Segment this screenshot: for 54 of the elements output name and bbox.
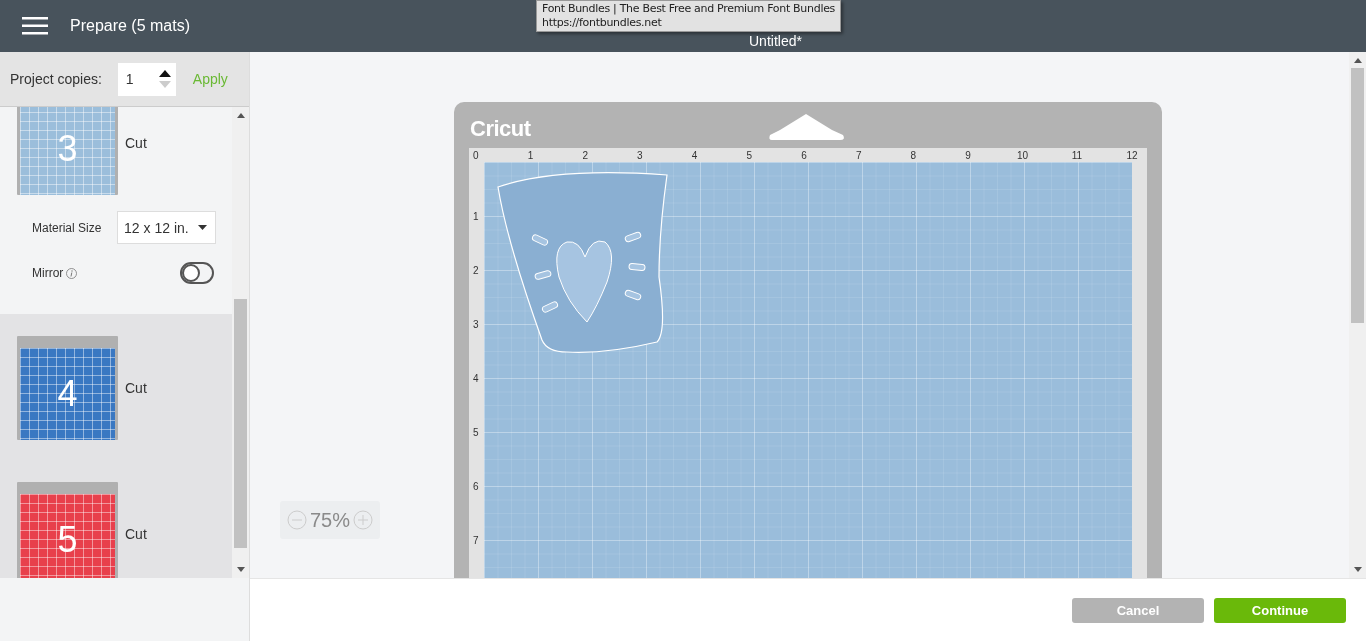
scroll-up-icon[interactable] <box>1353 58 1362 63</box>
ruler-number: 2 <box>582 150 588 161</box>
zoom-level: 75% <box>310 508 350 532</box>
mat-mode: Cut <box>125 380 147 396</box>
ruler-number: 0 <box>473 150 479 161</box>
ruler-number: 7 <box>855 150 862 161</box>
ruler-number: 12 <box>1126 150 1138 161</box>
mat-mode: Cut <box>125 135 147 151</box>
mirror-toggle[interactable] <box>180 262 215 284</box>
up-arrow-icon[interactable] <box>158 70 171 77</box>
mat-thumbnail[interactable]: 5 <box>17 482 118 578</box>
mat-item[interactable]: 4 Cut <box>0 314 233 460</box>
ruler-number: 2 <box>473 265 479 276</box>
ruler-number: 5 <box>473 427 479 438</box>
ruler-number: 4 <box>691 150 698 161</box>
scroll-down-icon[interactable] <box>236 567 245 572</box>
tooltip-url: https://fontbundles.net <box>542 16 662 30</box>
mat-number: 4 <box>57 376 78 412</box>
info-icon[interactable] <box>66 268 78 279</box>
ruler-number: 3 <box>473 319 479 330</box>
tooltip-title: Font Bundles | The Best Free and Premium Font Bundles <box>542 2 836 16</box>
scroll-up-icon[interactable] <box>236 113 245 118</box>
ruler-number: 10 <box>1017 150 1029 161</box>
caret-icon <box>198 225 208 230</box>
ruler-number: 6 <box>801 150 807 161</box>
mat-number: 3 <box>57 131 78 167</box>
continue-button[interactable]: Continue <box>1214 597 1346 623</box>
scrollbar[interactable] <box>232 107 249 578</box>
mat-thumbnail[interactable]: 4 <box>17 336 118 440</box>
ruler-number: 9 <box>965 150 971 161</box>
mat-number: 5 <box>57 522 78 558</box>
ruler-number: 4 <box>473 373 479 384</box>
mat-item[interactable]: 3 Cut Material Size 12 x 12 in. Mirror <box>0 107 233 314</box>
ruler-number: 1 <box>473 211 479 222</box>
document-title: Untitled* <box>749 33 802 49</box>
page-title: Prepare (5 mats) <box>70 17 191 35</box>
menu-icon[interactable] <box>22 17 48 35</box>
ruler-number: 6 <box>473 481 479 492</box>
scrollbar[interactable] <box>1349 52 1366 578</box>
scroll-down-icon[interactable] <box>1353 567 1362 572</box>
mat-mode: Cut <box>125 526 147 542</box>
ruler-number: 7 <box>473 535 479 546</box>
copies-field[interactable]: 1 <box>117 62 176 96</box>
mat-item[interactable]: 5 Cut <box>0 460 233 578</box>
logo: Cricut <box>470 116 531 142</box>
mirror-label: Mirror <box>32 266 78 280</box>
copies-label: Project copies: <box>10 71 102 87</box>
material-size-label: Material Size <box>32 220 102 235</box>
ruler-number: 1 <box>527 150 534 161</box>
ruler-number: 11 <box>1071 150 1083 161</box>
ruler-number: 8 <box>910 150 917 161</box>
ruler-number: 5 <box>746 150 753 161</box>
material-size-dropdown[interactable]: 12 x 12 in. <box>117 211 217 244</box>
ruler-number: 3 <box>637 150 643 161</box>
